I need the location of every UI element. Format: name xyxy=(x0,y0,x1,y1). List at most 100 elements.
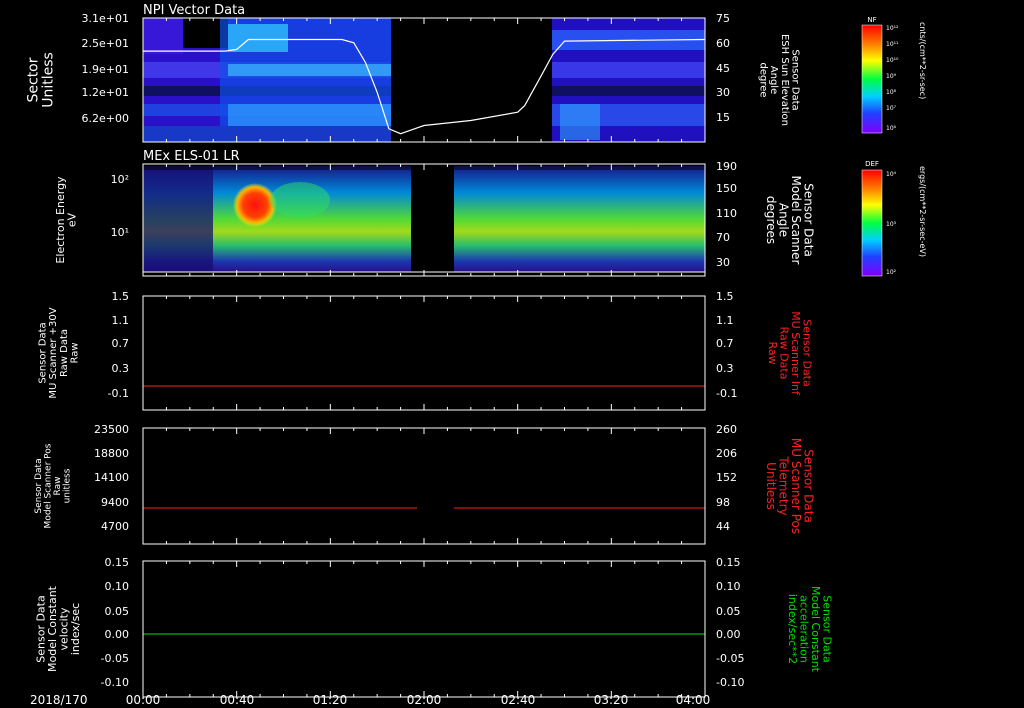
p3-y2tick-1: 1.1 xyxy=(716,314,734,327)
panel1-y2label-line: Sensor Data xyxy=(789,49,800,110)
p5-y2tick-0: 0.15 xyxy=(716,556,741,569)
p1-y2tick-0: 75 xyxy=(716,12,730,25)
panel3-ylabel-line: Raw Data xyxy=(59,329,70,377)
def-tick-2: 10² xyxy=(886,269,897,276)
xtick-1: 00:40 xyxy=(220,693,255,707)
p4-y2tick-3: 98 xyxy=(716,496,730,509)
panel1-ylabel-line: Unitless xyxy=(40,52,56,108)
panel2-y2label-line: degrees xyxy=(764,196,778,244)
p2-y2tick-3: 70 xyxy=(716,231,730,244)
nf-tick-5: 10⁷ xyxy=(886,105,897,112)
p1-y2tick-4: 15 xyxy=(716,111,730,124)
panel5-y2label: Sensor DataModel Constantaccelerationind… xyxy=(786,586,834,673)
p5-ytick-3: 0.00 xyxy=(105,628,130,641)
p3-y2tick-3: 0.3 xyxy=(716,362,734,375)
p1-y2tick-2: 45 xyxy=(716,62,730,75)
panel3-y2label: Sensor DataMU Scanner InfRaw DataRaw xyxy=(766,311,814,396)
panel2-y2label: Sensor DataModel ScannerAngledegrees xyxy=(764,176,816,265)
p5-y2tick-4: -0.05 xyxy=(716,652,744,665)
xtick-2: 01:20 xyxy=(313,693,348,707)
panel5-ylabel: Sensor DataModel Constantvelocityindex/s… xyxy=(35,585,83,672)
xtick-3: 02:00 xyxy=(407,693,442,707)
panel1-ylabel: SectorUnitless xyxy=(26,52,57,108)
date-label: 2018/170 xyxy=(30,693,88,707)
nf-tick-4: 10⁸ xyxy=(886,89,897,96)
p2-ytick-1: 10¹ xyxy=(111,226,129,239)
p4-ytick-1: 18800 xyxy=(94,447,129,460)
panel1-ylabel-line: Sector xyxy=(26,57,42,102)
panel2-title: MEx ELS-01 LR xyxy=(143,149,240,164)
panel2-ylabel: Electron EnergyeV xyxy=(54,176,79,264)
def-colorbar-icon xyxy=(861,169,883,277)
p4-ytick-3: 9400 xyxy=(101,496,129,509)
nf-colorbar-unit: cnts/(cm**2-sr-sec) xyxy=(918,22,927,99)
p3-ytick-2: 0.7 xyxy=(112,337,130,350)
p3-ytick-0: 1.5 xyxy=(112,290,130,303)
p3-y2tick-2: 0.7 xyxy=(716,337,734,350)
panel4-ylabel-line: unitless xyxy=(62,468,72,503)
xtick-5: 03:20 xyxy=(594,693,629,707)
panel3-ylabel-line: MU Scanner +30V xyxy=(48,307,59,398)
p3-ytick-1: 1.1 xyxy=(112,314,130,327)
stack-plot: NPI Vector Data MEx ELS-01 LR 3.1e+01 2.… xyxy=(26,3,928,707)
panel3-frame xyxy=(142,295,706,411)
nf-tick-3: 10⁹ xyxy=(886,73,897,80)
def-tick-0: 10⁴ xyxy=(886,171,897,178)
def-tick-1: 10³ xyxy=(886,221,897,228)
p5-ytick-5: -0.10 xyxy=(101,676,129,689)
def-colorbar-title: DEF xyxy=(865,160,879,168)
def-colorbar-unit: ergs/(cm**2-sr-sec-eV) xyxy=(918,166,927,257)
p4-y2tick-4: 44 xyxy=(716,520,730,533)
panel5-y2label-line: index/sec**2 xyxy=(786,594,799,664)
p4-ytick-2: 14100 xyxy=(94,471,129,484)
nf-tick-6: 10⁶ xyxy=(886,125,897,132)
p1-ytick-4: 6.2e+00 xyxy=(82,112,129,125)
p5-ytick-2: 0.05 xyxy=(105,605,130,618)
colorbar-def: DEF 10⁴ 10³ 10² ergs/(cm**2-sr-sec-eV) xyxy=(861,160,927,277)
p4-y2tick-1: 206 xyxy=(716,447,737,460)
panel3-ylabel: Sensor DataMU Scanner +30VRaw DataRaw xyxy=(38,307,81,398)
p3-y2tick-0: 1.5 xyxy=(716,290,734,303)
panel4-y2label-line: Unitless xyxy=(764,462,778,510)
panel1-y2label-line: ESH Sun Elevation xyxy=(779,34,790,126)
colorbar-nf: NF 10¹² 10¹¹ 10¹⁰ 10⁹ 10⁸ 10⁷ 10⁶ cnts/(… xyxy=(861,16,927,134)
panel2-ylabel-line: eV xyxy=(66,212,79,227)
nf-colorbar-title: NF xyxy=(867,16,876,24)
p5-ytick-1: 0.10 xyxy=(105,580,130,593)
p2-y2tick-4: 30 xyxy=(716,256,730,269)
panel3-ylabel-line: Sensor Data xyxy=(38,322,49,383)
p5-y2tick-5: -0.10 xyxy=(716,676,744,689)
panel5-frame xyxy=(142,560,706,698)
panel4-frame xyxy=(142,427,706,545)
p1-y2tick-1: 60 xyxy=(716,37,730,50)
nf-tick-2: 10¹⁰ xyxy=(886,57,899,64)
panel1-title: NPI Vector Data xyxy=(143,3,245,18)
panel5-ylabel-line: index/sec xyxy=(69,603,82,655)
p1-ytick-1: 2.5e+01 xyxy=(82,37,129,50)
p2-y2tick-0: 190 xyxy=(716,160,737,173)
p4-y2tick-2: 152 xyxy=(716,471,737,484)
p5-ytick-0: 0.15 xyxy=(105,556,130,569)
p1-y2tick-3: 30 xyxy=(716,86,730,99)
nf-colorbar-icon xyxy=(861,24,883,134)
panel4-y2label: Sensor DataMU Scanner PosTelemetryUnitle… xyxy=(764,438,816,534)
p3-ytick-3: 0.3 xyxy=(112,362,130,375)
panel1-y2label-line: degree xyxy=(758,62,769,97)
p5-ytick-4: -0.05 xyxy=(101,652,129,665)
p3-ytick-4: -0.1 xyxy=(108,387,129,400)
xtick-0: 00:00 xyxy=(126,693,161,707)
xtick-4: 02:40 xyxy=(501,693,536,707)
xtick-6: 04:00 xyxy=(676,693,711,707)
p4-ytick-0: 23500 xyxy=(94,423,129,436)
panel3-ylabel-line: Raw xyxy=(69,342,80,363)
p2-ytick-0: 10² xyxy=(111,173,129,186)
p4-y2tick-0: 260 xyxy=(716,423,737,436)
p1-ytick-3: 1.2e+01 xyxy=(82,86,129,99)
nf-tick-0: 10¹² xyxy=(886,25,899,32)
p2-y2tick-1: 150 xyxy=(716,182,737,195)
panel1-heatmap xyxy=(143,18,705,142)
panel1-y2label-line: Angle xyxy=(768,66,779,94)
p5-y2tick-1: 0.10 xyxy=(716,580,741,593)
p4-ytick-4: 4700 xyxy=(101,520,129,533)
panel3-y2label-line: Raw xyxy=(766,341,779,364)
